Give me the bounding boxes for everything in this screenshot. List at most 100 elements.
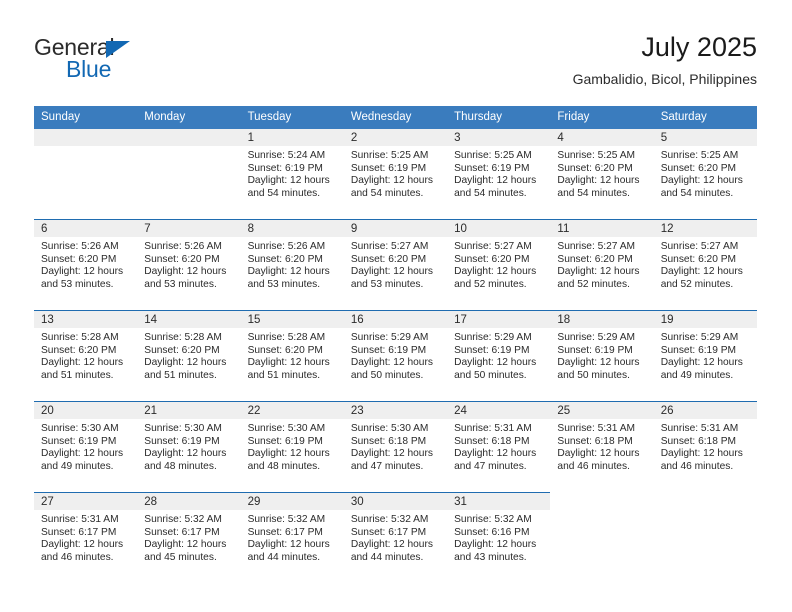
sunrise-text: Sunrise: 5:30 AM [144,423,222,434]
sunset-text: Sunset: 6:18 PM [350,435,427,447]
calendar-day-cell[interactable]: 27 Sunrise: 5:31 AM Sunset: 6:17 PM Dayligh… [34,492,138,583]
calendar-day-cell[interactable]: 3 Sunrise: 5:25 AM Sunset: 6:19 PM Daylight… [447,129,551,220]
calendar-day-cell[interactable]: 10 Sunrise: 5:27 AM Sunset: 6:20 PM Dayligh… [447,219,551,311]
calendar-day-cell[interactable]: 14 Sunrise: 5:28 AM Sunset: 6:20 PM Dayligh… [137,310,241,402]
daylight-text: Daylight: 12 hours and 54 minutes. [557,175,640,199]
calendar-day-cell[interactable]: 9 Sunrise: 5:27 AM Sunset: 6:20 PM Daylight… [343,219,448,311]
daylight-text: Daylight: 12 hours and 51 minutes. [41,357,124,381]
day-number: 15 [240,311,344,328]
calendar-week-row: 20 Sunrise: 5:30 AM Sunset: 6:19 PM Dayligh… [34,401,757,493]
day-details: Sunrise: 5:29 AM Sunset: 6:19 PM Daylight:… [654,328,757,382]
sunrise-text: Sunrise: 5:27 AM [557,241,635,252]
calendar-day-cell[interactable]: 25 Sunrise: 5:31 AM Sunset: 6:18 PM Dayligh… [550,401,654,493]
calendar-day-cell[interactable]: 24 Sunrise: 5:31 AM Sunset: 6:18 PM Dayligh… [447,401,551,493]
day-details: Sunrise: 5:32 AM Sunset: 6:17 PM Daylight:… [344,510,447,564]
sunrise-text: Sunrise: 5:28 AM [247,332,326,343]
sunrise-text: Sunrise: 5:31 AM [557,423,635,434]
sunset-text: Sunset: 6:18 PM [660,435,737,447]
day-number: 17 [447,311,551,328]
day-details: Sunrise: 5:30 AM Sunset: 6:19 PM Daylight:… [137,419,240,473]
day-number: 1 [240,129,344,146]
calendar-table: Sunday Monday Tuesday Wednesday Thursday Frid… [34,106,757,583]
sunset-text: Sunset: 6:16 PM [454,526,530,538]
calendar-day-cell[interactable]: 18 Sunrise: 5:29 AM Sunset: 6:19 PM Dayligh… [550,310,654,402]
calendar-day-cell[interactable]: 20 Sunrise: 5:30 AM Sunset: 6:19 PM Dayligh… [34,401,138,493]
calendar-empty-cell [550,492,654,583]
calendar-day-cell[interactable]: 23 Sunrise: 5:30 AM Sunset: 6:18 PM Dayligh… [343,401,448,493]
sunrise-text: Sunrise: 5:25 AM [454,150,532,161]
calendar-day-cell[interactable]: 6 Sunrise: 5:26 AM Sunset: 6:20 PM Daylight… [34,219,138,311]
sunset-text: Sunset: 6:20 PM [557,162,633,174]
calendar-day-cell[interactable]: 28 Sunrise: 5:32 AM Sunset: 6:17 PM Dayligh… [137,492,241,583]
day-number: 19 [653,311,757,328]
daylight-text: Daylight: 12 hours and 44 minutes. [247,539,330,563]
calendar-empty-cell [653,492,757,583]
sunrise-text: Sunrise: 5:29 AM [660,332,739,343]
calendar-day-cell[interactable]: 4 Sunrise: 5:25 AM Sunset: 6:20 PM Daylight… [550,129,654,220]
sunrise-text: Sunrise: 5:27 AM [660,241,739,252]
calendar-day-cell[interactable]: 12 Sunrise: 5:27 AM Sunset: 6:20 PM Dayligh… [653,219,757,311]
calendar-day-cell[interactable]: 21 Sunrise: 5:30 AM Sunset: 6:19 PM Dayligh… [137,401,241,493]
sunrise-text: Sunrise: 5:25 AM [350,150,429,161]
day-number: 18 [550,311,654,328]
general-blue-logo[interactable]: General Blue [34,34,234,90]
logo-text-blue: Blue [66,56,112,82]
daylight-text: Daylight: 12 hours and 47 minutes. [350,448,433,472]
sunset-text: Sunset: 6:20 PM [144,253,220,265]
daylight-text: Daylight: 12 hours and 51 minutes. [247,357,330,381]
day-details: Sunrise: 5:25 AM Sunset: 6:20 PM Daylight:… [654,146,757,200]
calendar-day-cell[interactable]: 31 Sunrise: 5:32 AM Sunset: 6:16 PM Dayligh… [447,492,551,583]
sunset-text: Sunset: 6:19 PM [247,435,323,447]
title-block: July 2025 Gambalidio, Bicol, Philippines [573,30,757,88]
calendar-week-row: 6 Sunrise: 5:26 AM Sunset: 6:20 PM Daylight… [34,219,757,311]
calendar-day-cell[interactable]: 17 Sunrise: 5:29 AM Sunset: 6:19 PM Dayligh… [447,310,551,402]
day-details: Sunrise: 5:32 AM Sunset: 6:16 PM Daylight:… [447,510,550,564]
calendar-week-row: 1 Sunrise: 5:24 AM Sunset: 6:19 PM Daylight… [34,129,757,220]
sunset-text: Sunset: 6:20 PM [660,253,737,265]
calendar-day-cell[interactable]: 26 Sunrise: 5:31 AM Sunset: 6:18 PM Dayligh… [653,401,757,493]
calendar-day-cell[interactable]: 29 Sunrise: 5:32 AM Sunset: 6:17 PM Dayligh… [240,492,344,583]
calendar-week-row: 27 Sunrise: 5:31 AM Sunset: 6:17 PM Dayligh… [34,492,757,583]
day-number: 6 [34,220,138,237]
sunrise-text: Sunrise: 5:32 AM [247,514,326,525]
sunset-text: Sunset: 6:19 PM [660,344,737,356]
calendar-empty-cell [137,129,241,220]
day-number: 9 [343,220,448,237]
sunset-text: Sunset: 6:18 PM [454,435,530,447]
calendar-day-cell[interactable]: 16 Sunrise: 5:29 AM Sunset: 6:19 PM Dayligh… [343,310,448,402]
calendar-day-cell[interactable]: 8 Sunrise: 5:26 AM Sunset: 6:20 PM Daylight… [240,219,344,311]
calendar-body: 1 Sunrise: 5:24 AM Sunset: 6:19 PM Daylight… [34,129,757,583]
daylight-text: Daylight: 12 hours and 50 minutes. [557,357,640,381]
day-details: Sunrise: 5:31 AM Sunset: 6:18 PM Daylight:… [550,419,653,473]
calendar-day-cell[interactable]: 7 Sunrise: 5:26 AM Sunset: 6:20 PM Daylight… [137,219,241,311]
sunset-text: Sunset: 6:20 PM [41,253,117,265]
sunset-text: Sunset: 6:20 PM [557,253,633,265]
sunrise-text: Sunrise: 5:29 AM [454,332,532,343]
day-number: 12 [653,220,757,237]
calendar-day-cell[interactable]: 30 Sunrise: 5:32 AM Sunset: 6:17 PM Dayligh… [343,492,448,583]
day-details: Sunrise: 5:31 AM Sunset: 6:18 PM Daylight:… [654,419,757,473]
calendar-day-cell[interactable]: 15 Sunrise: 5:28 AM Sunset: 6:20 PM Dayligh… [240,310,344,402]
day-number: 23 [343,402,448,419]
calendar-day-cell[interactable]: 5 Sunrise: 5:25 AM Sunset: 6:20 PM Daylight… [653,129,757,220]
daylight-text: Daylight: 12 hours and 51 minutes. [144,357,227,381]
day-number: 28 [137,493,241,510]
day-number: 26 [653,402,757,419]
day-number: 31 [447,493,551,510]
daylight-text: Daylight: 12 hours and 49 minutes. [660,357,743,381]
calendar-day-cell[interactable]: 13 Sunrise: 5:28 AM Sunset: 6:20 PM Dayligh… [34,310,138,402]
sunrise-text: Sunrise: 5:27 AM [350,241,429,252]
calendar-day-cell[interactable]: 1 Sunrise: 5:24 AM Sunset: 6:19 PM Daylight… [240,129,344,220]
daylight-text: Daylight: 12 hours and 43 minutes. [454,539,537,563]
calendar-day-cell[interactable]: 19 Sunrise: 5:29 AM Sunset: 6:19 PM Dayligh… [653,310,757,402]
daylight-text: Daylight: 12 hours and 53 minutes. [247,266,330,290]
sunset-text: Sunset: 6:19 PM [350,344,427,356]
daylight-text: Daylight: 12 hours and 54 minutes. [350,175,433,199]
calendar-day-cell[interactable]: 22 Sunrise: 5:30 AM Sunset: 6:19 PM Dayligh… [240,401,344,493]
calendar-day-cell[interactable]: 2 Sunrise: 5:25 AM Sunset: 6:19 PM Daylight… [343,129,448,220]
calendar-day-cell[interactable]: 11 Sunrise: 5:27 AM Sunset: 6:20 PM Dayligh… [550,219,654,311]
sunset-text: Sunset: 6:19 PM [350,162,427,174]
daylight-text: Daylight: 12 hours and 52 minutes. [660,266,743,290]
weekday-header-friday: Friday [550,106,654,129]
sunset-text: Sunset: 6:20 PM [247,253,323,265]
